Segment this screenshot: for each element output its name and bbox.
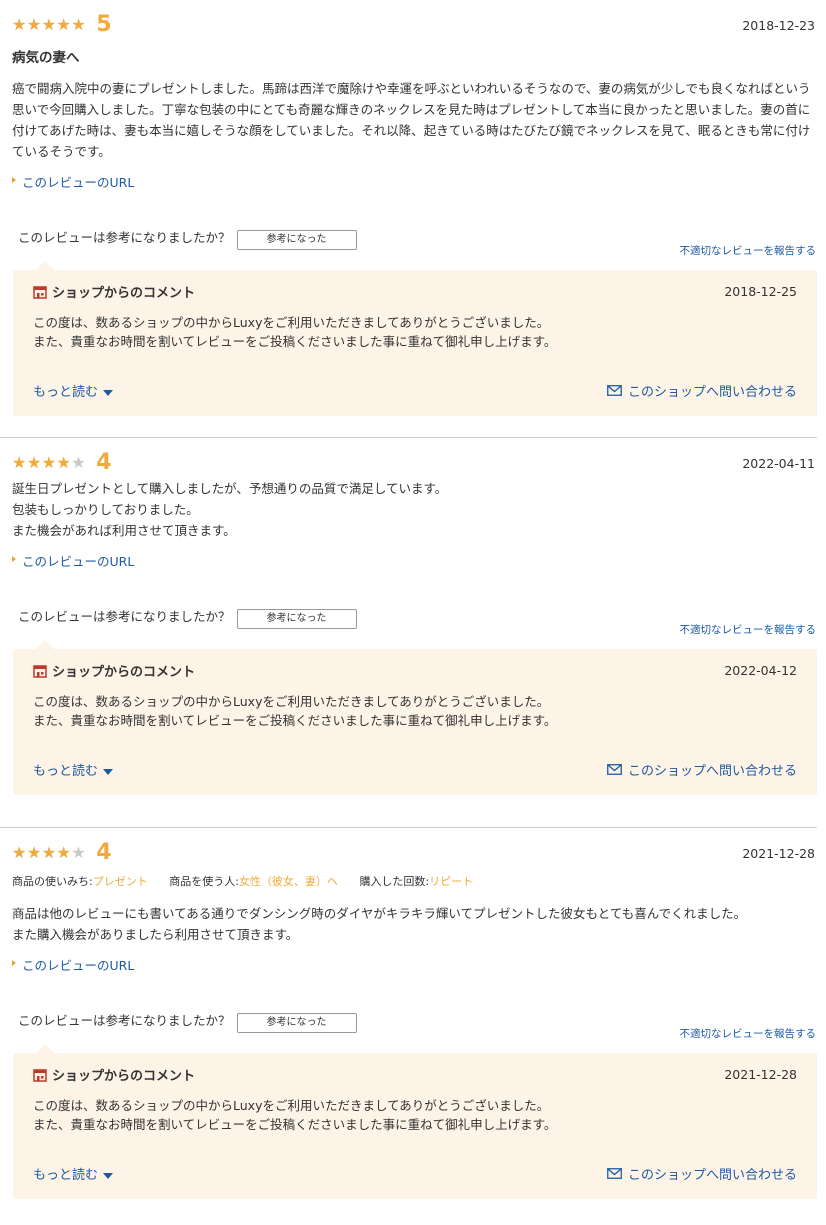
star-rating-icon: ★★★★★ ★★★★★ [12,843,87,862]
read-more-button[interactable]: もっと読む [33,760,114,779]
review-attributes: 商品の使いみち:プレゼント 商品を使う人:女性（彼女、妻）へ 購入した回数:リピ… [12,873,816,889]
shop-icon [33,664,47,678]
triangle-icon [12,555,16,562]
rating: ★★★★★ ★★★★★ 5 [12,14,112,36]
triangle-icon [12,176,16,183]
review-date: 2022-04-11 [742,455,815,471]
shop-comment: ショップからのコメント 2022-04-12 この度は、数あるショップの中からL… [13,640,817,795]
count-key: 購入した回数: [359,875,430,888]
count-value: リピート [429,875,474,888]
shop-icon [33,1068,47,1082]
review-item: ★★★★★ ★★★★★ 4 2022-04-11 誕生日プレゼントとして購入しま… [0,438,826,828]
helpful-question: このレビューは参考になりましたか？ [18,1013,231,1028]
review-date: 2021-12-28 [742,845,815,861]
rating-score: 4 [96,840,112,865]
shop-comment: ショップからのコメント 2018-12-25 この度は、数あるショップの中からL… [13,261,817,416]
mail-icon [607,385,622,396]
review-title: 病気の妻へ [12,50,80,66]
star-rating-icon: ★★★★★ ★★★★★ [12,453,87,472]
comment-date: 2021-12-28 [724,1067,797,1082]
rating: ★★★★★ ★★★★★ 4 [12,452,112,474]
helpful-question: このレビューは参考になりましたか？ [18,609,231,624]
usage-value: プレゼント [92,875,148,888]
helpful-button[interactable]: 参考になった [236,230,357,250]
helpful-button[interactable]: 参考になった [236,1013,357,1033]
review-item: ★★★★★ ★★★★★ 5 2018-12-23 病気の妻へ 癌で闘病入院中の妻… [0,0,826,438]
review-body: 誕生日プレゼントとして購入しましたが、予想通りの品質で満足しています。 包装もし… [12,481,448,538]
read-more-button[interactable]: もっと読む [33,1164,114,1183]
review-url-link[interactable]: このレビューのURL [22,175,134,190]
review-date: 2018-12-23 [742,17,815,33]
helpful-button[interactable]: 参考になった [236,609,357,629]
caret-down-icon [103,389,114,396]
rating: ★★★★★ ★★★★★ 4 [12,842,112,864]
shop-comment-heading: ショップからのコメント [52,665,196,680]
comment-date: 2018-12-25 [724,284,797,299]
contact-shop-link[interactable]: このショップへ問い合わせる [607,1164,797,1183]
rating-score: 4 [96,450,112,475]
report-review-link[interactable]: 不適切なレビューを報告する [680,1026,817,1041]
review-item: ★★★★★ ★★★★★ 4 2021-12-28 商品の使いみち:プレゼント 商… [0,828,826,1225]
triangle-icon [12,959,16,966]
user-value: 女性（彼女、妻）へ [238,875,338,888]
mail-icon [607,764,622,775]
helpful-question: このレビューは参考になりましたか？ [18,230,231,245]
comment-text: この度は、数あるショップの中からLuxyをご利用いただきましてありがとうございま… [33,694,557,728]
shop-icon [33,285,47,299]
mail-icon [607,1168,622,1179]
shop-comment-heading: ショップからのコメント [52,1069,196,1084]
usage-key: 商品の使いみち: [12,875,93,888]
contact-shop-link[interactable]: このショップへ問い合わせる [607,381,797,400]
rating-score: 5 [96,12,112,37]
comment-text: この度は、数あるショップの中からLuxyをご利用いただきましてありがとうございま… [33,315,557,349]
review-body: 癌で闘病入院中の妻にプレゼントしました。馬蹄は西洋で魔除けや幸運を呼ぶといわれい… [12,81,811,159]
user-key: 商品を使う人: [169,875,239,888]
report-review-link[interactable]: 不適切なレビューを報告する [680,622,817,637]
shop-comment-heading: ショップからのコメント [52,286,196,301]
comment-date: 2022-04-12 [724,663,797,678]
read-more-button[interactable]: もっと読む [33,381,114,400]
caret-down-icon [103,1172,114,1179]
contact-shop-link[interactable]: このショップへ問い合わせる [607,760,797,779]
shop-comment: ショップからのコメント 2021-12-28 この度は、数あるショップの中からL… [13,1044,817,1199]
star-rating-icon: ★★★★★ ★★★★★ [12,15,87,34]
review-body: 商品は他のレビューにも書いてある通りでダンシング時のダイヤがキラキラ輝いてプレゼ… [12,906,747,942]
report-review-link[interactable]: 不適切なレビューを報告する [680,243,817,258]
review-url-link[interactable]: このレビューのURL [22,554,134,569]
caret-down-icon [103,768,114,775]
comment-text: この度は、数あるショップの中からLuxyをご利用いただきましてありがとうございま… [33,1098,557,1132]
review-url-link[interactable]: このレビューのURL [22,958,134,973]
